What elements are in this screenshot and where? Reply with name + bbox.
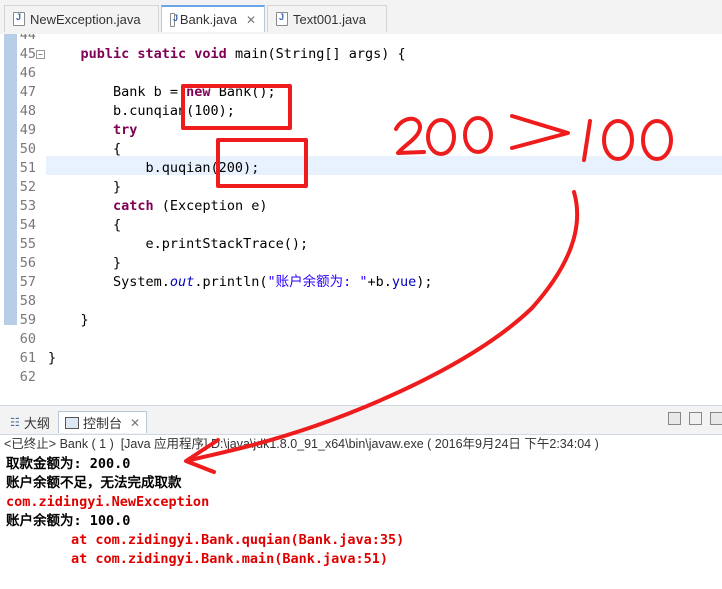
annotation-overlay	[181, 84, 673, 474]
highlight-box-cunqian	[181, 84, 292, 130]
arrow-line	[188, 190, 580, 462]
handwriting-digit	[463, 116, 493, 154]
handwriting-digit	[394, 116, 426, 155]
handwriting-digit	[641, 119, 673, 161]
handwriting-digit	[582, 119, 592, 162]
handwriting-digit	[602, 119, 634, 161]
handwriting-greater-than	[510, 114, 570, 150]
highlight-box-quqian	[216, 138, 308, 188]
handwriting-digit	[426, 118, 456, 156]
